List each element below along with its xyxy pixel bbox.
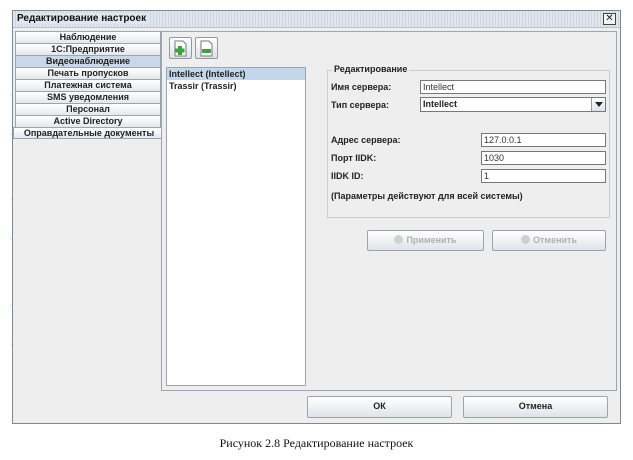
remove-icon — [200, 40, 213, 57]
cancel-icon — [521, 235, 530, 244]
apply-label: Применить — [406, 235, 457, 245]
group-title: Редактирование — [332, 64, 410, 74]
figure-caption: Рисунок 2.8 Редактирование настроек — [219, 436, 414, 450]
server-type-label: Тип сервера: — [331, 100, 390, 110]
close-icon[interactable]: ✕ — [603, 13, 616, 25]
video-settings-panel: Intellect (Intellect) Trassir (Trassir) … — [161, 31, 617, 391]
reset-label: Отменить — [533, 235, 577, 245]
iidk-id-input[interactable]: 1 — [481, 169, 606, 183]
tab-sms[interactable]: SMS уведомления — [15, 91, 161, 103]
tab-active-directory[interactable]: Active Directory — [15, 115, 161, 127]
add-server-button[interactable] — [169, 37, 192, 59]
cancel-button[interactable]: Отмена — [463, 396, 608, 418]
add-icon — [174, 40, 187, 57]
ok-button[interactable]: ОК — [307, 396, 452, 418]
tab-1c[interactable]: 1С:Предприятие — [15, 43, 161, 55]
address-input[interactable]: 127.0.0.1 — [481, 133, 606, 147]
reset-button[interactable]: Отменить — [492, 230, 606, 251]
list-item[interactable]: Intellect (Intellect) — [167, 68, 305, 80]
tab-video[interactable]: Видеонаблюдение — [15, 55, 161, 67]
server-type-select[interactable]: Intellect — [420, 97, 606, 112]
address-label: Адрес сервера: — [331, 135, 401, 145]
tab-monitoring[interactable]: Наблюдение — [15, 31, 161, 43]
remove-server-button[interactable] — [195, 37, 218, 59]
port-input[interactable]: 1030 — [481, 151, 606, 165]
list-item[interactable]: Trassir (Trassir) — [167, 80, 305, 92]
system-note: (Параметры действуют для всей системы) — [331, 191, 523, 201]
tab-personnel[interactable]: Персонал — [15, 103, 161, 115]
server-type-value: Intellect — [423, 99, 458, 109]
settings-dialog: Редактирование настроек ✕ Наблюдение 1С:… — [12, 10, 621, 424]
check-icon — [394, 235, 404, 244]
server-list: Intellect (Intellect) Trassir (Trassir) — [166, 67, 306, 386]
title-bar[interactable]: Редактирование настроек ✕ — [13, 11, 620, 28]
port-label: Порт IIDK: — [331, 153, 377, 163]
tab-documents[interactable]: Оправдательные документы — [13, 127, 165, 139]
chevron-down-icon[interactable] — [591, 98, 605, 111]
server-name-label: Имя сервера: — [331, 82, 392, 92]
settings-tabs: Наблюдение 1С:Предприятие Видеонаблюдени… — [13, 31, 165, 139]
tab-payment[interactable]: Платежная система — [15, 79, 161, 91]
edit-group: Редактирование Имя сервера: Intellect Ти… — [327, 64, 610, 218]
tab-pass-print[interactable]: Печать пропусков — [15, 67, 161, 79]
apply-button[interactable]: Применить — [367, 230, 484, 251]
window-title: Редактирование настроек — [17, 13, 150, 24]
server-name-input[interactable]: Intellect — [420, 80, 606, 94]
iidk-id-label: IIDK ID: — [331, 171, 364, 181]
